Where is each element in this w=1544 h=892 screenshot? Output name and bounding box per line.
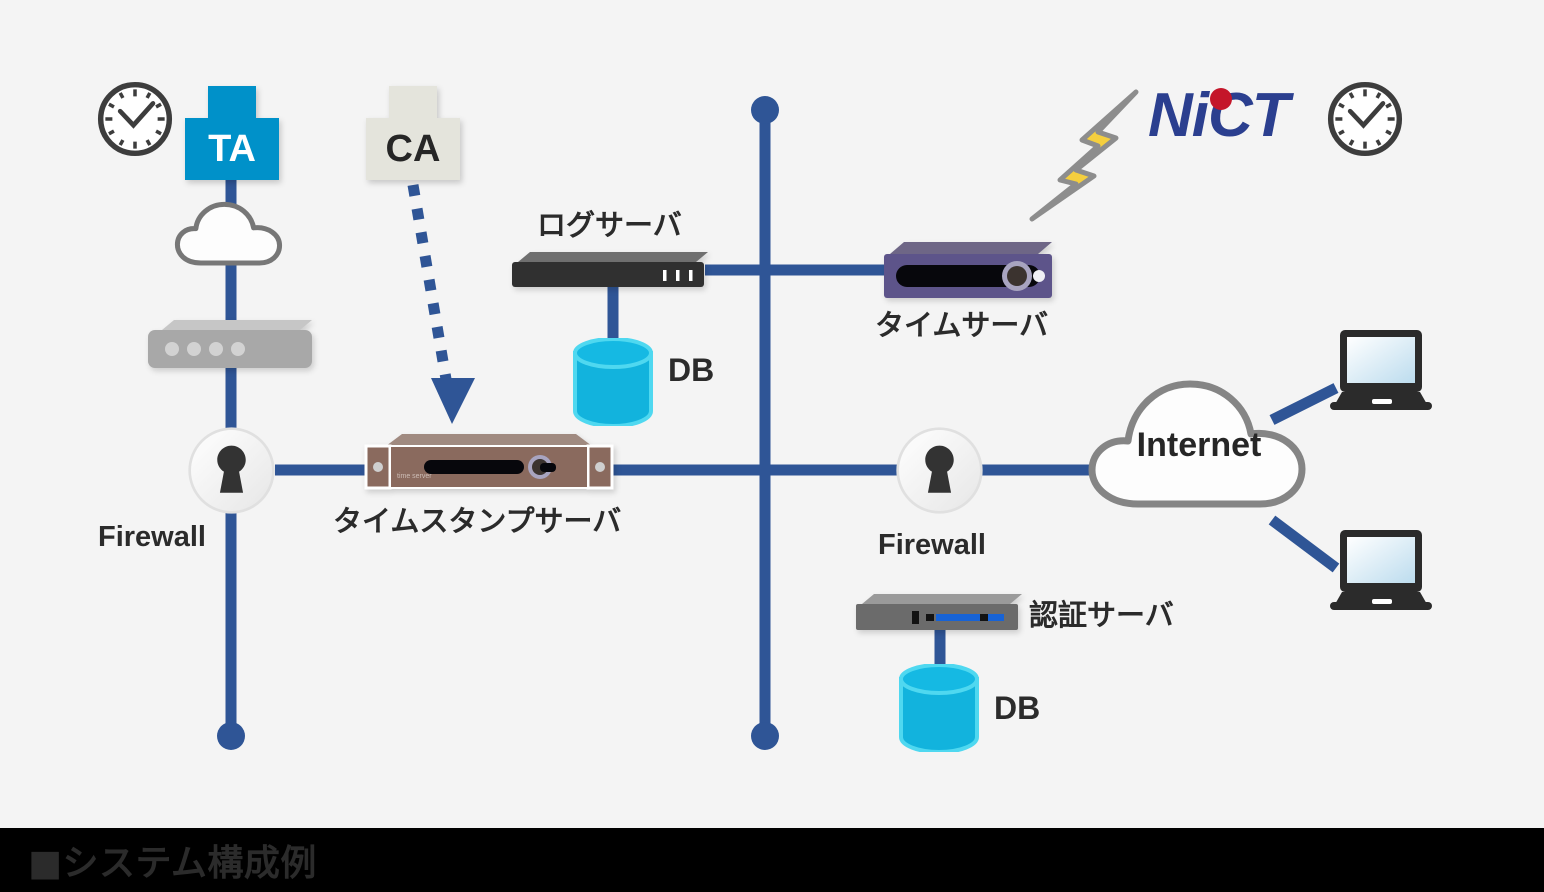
timestamp-server[interactable]: time server <box>362 430 616 497</box>
ta-badge-stem <box>208 86 256 120</box>
log-server-label: ログサーバ <box>537 208 682 242</box>
router-icon[interactable] <box>146 318 316 377</box>
log-server[interactable] <box>510 250 712 295</box>
lightning-bolt-icon <box>1024 88 1144 228</box>
log-db[interactable] <box>572 337 654 431</box>
clock-icon-left <box>96 80 174 163</box>
laptop-top[interactable] <box>1328 328 1434 419</box>
ta-badge[interactable]: TA <box>185 86 279 180</box>
caption-text: ■システム構成例 <box>28 843 317 884</box>
wire-endpoint-dot-backbone-bottom <box>751 722 779 750</box>
ca-dashed-arrow <box>407 184 475 424</box>
timestamp-server-face-text: time server <box>397 473 432 480</box>
auth-server-label: 認証サーバ <box>1029 598 1174 632</box>
caption-bar: ■システム構成例 <box>0 828 1544 892</box>
auth-db-label: DB <box>994 690 1041 726</box>
diagram-page: TA Firewall CA time server タイムスタンプサーバ ログ… <box>0 0 1544 892</box>
log-db-label: DB <box>668 352 715 388</box>
diagram-canvas: TA Firewall CA time server タイムスタンプサーバ ログ… <box>0 0 1544 828</box>
clock-icon-right <box>1326 80 1404 163</box>
ca-badge-stem <box>389 86 437 120</box>
time-server[interactable] <box>880 240 1060 307</box>
wire-endpoint-dot-left-bottom <box>217 722 245 750</box>
cloud-icon-left <box>172 196 290 273</box>
firewall-right-label: Firewall <box>878 529 986 561</box>
time-server-label: タイムサーバ <box>875 308 1049 342</box>
wire-internet-to-laptop-bottom <box>1268 515 1340 573</box>
firewall-left[interactable] <box>187 426 276 520</box>
laptop-bottom[interactable] <box>1328 528 1434 619</box>
auth-server[interactable] <box>854 592 1026 641</box>
nict-logo-dot <box>1210 88 1232 110</box>
internet-cloud-label: Internet <box>1136 426 1262 464</box>
firewall-left-label: Firewall <box>98 521 206 553</box>
ca-badge-label: CA <box>366 118 460 180</box>
ta-badge-label: TA <box>185 118 279 180</box>
timestamp-server-label: タイムスタンプサーバ <box>333 504 622 538</box>
wire-endpoint-dot-backbone-top <box>751 96 779 124</box>
firewall-right[interactable] <box>895 426 984 520</box>
ca-badge[interactable]: CA <box>366 86 460 180</box>
internet-cloud[interactable]: Internet <box>1086 372 1312 512</box>
auth-db[interactable] <box>898 663 980 757</box>
